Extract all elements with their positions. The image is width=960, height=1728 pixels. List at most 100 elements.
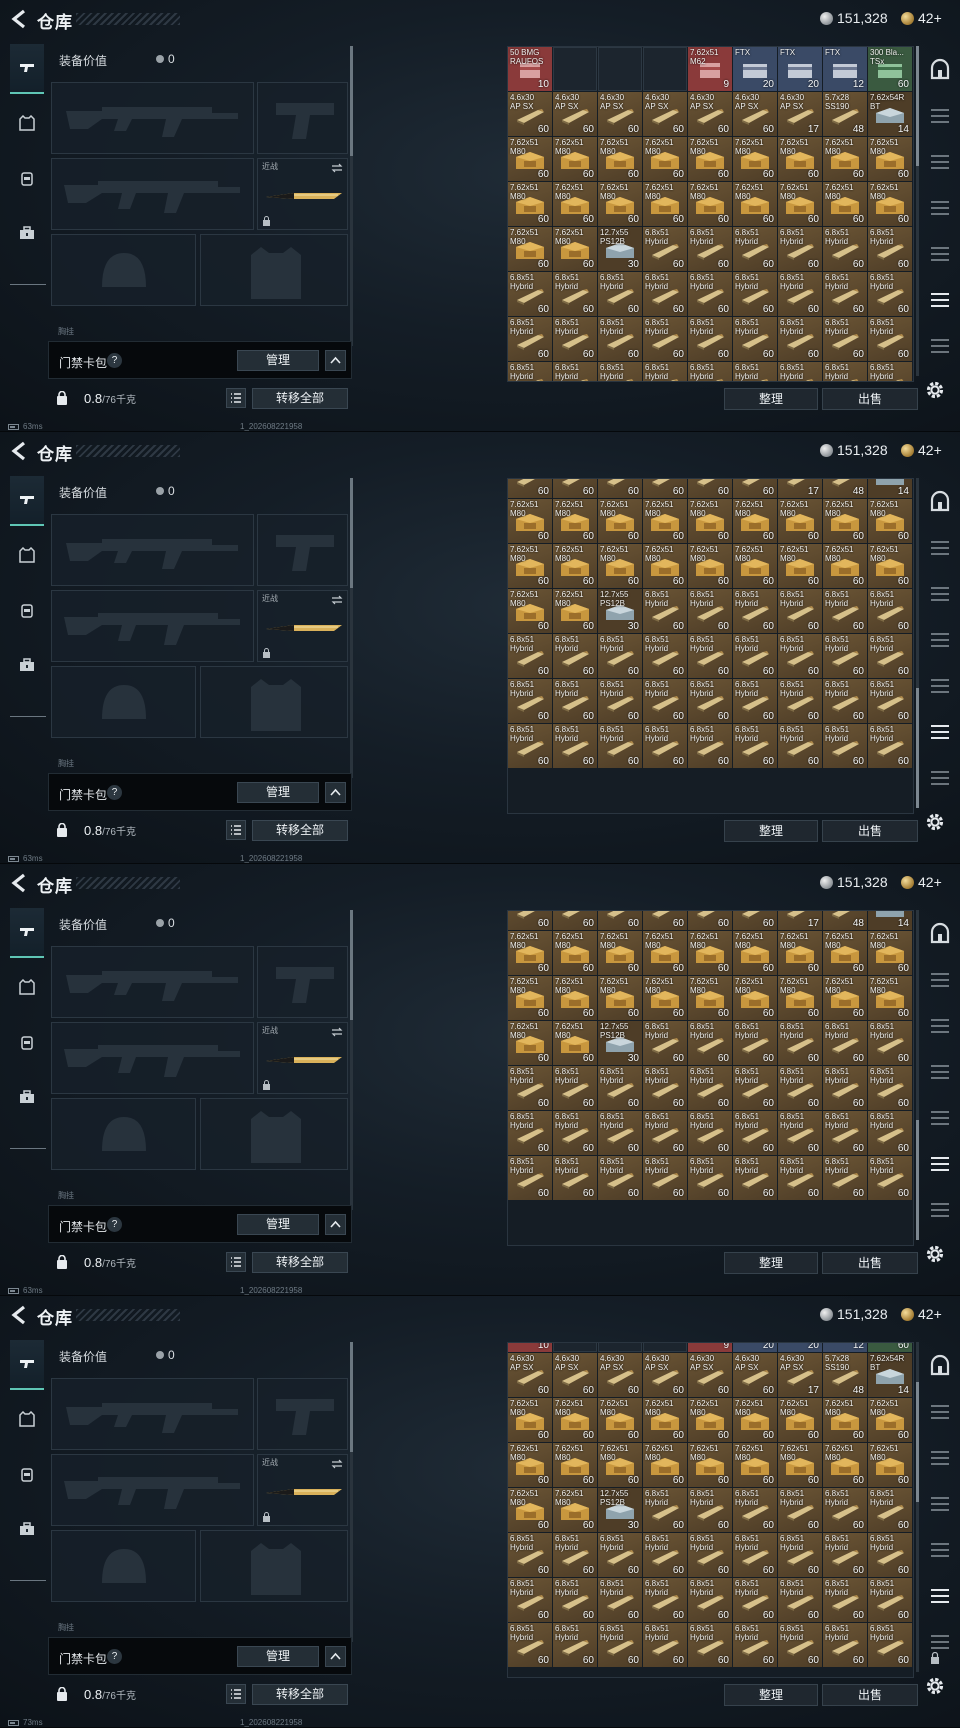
nav-item-backpack[interactable] [10,1450,44,1500]
primary-weapon-slot[interactable] [51,946,254,1018]
helmet-slot[interactable] [51,1530,196,1602]
stash-item[interactable]: 6.8x51Hybrid60 [778,1156,822,1200]
stash-item[interactable]: 6.8x51Hybrid60 [598,1533,642,1577]
rail-item-page-5[interactable] [926,238,956,268]
stash-item[interactable]: 7.62x51 M80 60 [508,544,552,588]
stash-item[interactable]: 6.8x51Hybrid60 [553,634,597,678]
stash-item[interactable]: 6.8x51Hybrid60 [508,317,552,361]
stash-item[interactable]: 5.7x28SS19048 [823,911,867,930]
rail-item-page-2[interactable] [926,100,956,130]
rail-item-page-6[interactable] [926,1148,956,1178]
nav-item-armor[interactable] [10,99,44,149]
back-arrow-icon[interactable] [10,1305,28,1325]
nav-item-weapons[interactable] [10,44,44,94]
collapse-button[interactable] [325,350,346,371]
stash-item[interactable]: 7.62x51 M80 60 [553,1398,597,1442]
stash-item[interactable]: 12.7x55 PS12B 30 [598,1021,642,1065]
rail-item-safe[interactable] [926,918,956,948]
back-arrow-icon[interactable] [10,441,28,461]
stash-item[interactable]: 12.7x55 PS12B 30 [598,227,642,271]
sidearm-slot[interactable] [257,946,348,1018]
sell-button[interactable]: 出售 [822,1684,918,1706]
stash-item[interactable]: 6.8x51Hybrid60 [508,1111,552,1155]
stash-item[interactable]: 4.6x30AP SX60 [553,1353,597,1397]
stash-item[interactable]: 7.62x51 M80 60 [823,544,867,588]
stash-item[interactable]: 7.62x51 M80 60 [823,1398,867,1442]
stash-scrollbar[interactable] [916,1342,919,1672]
sidearm-slot[interactable] [257,82,348,154]
stash-item[interactable]: 7.62x54RBT14 [868,92,912,136]
rail-item-page-6[interactable] [926,716,956,746]
stash-grid[interactable]: 50 BMGRAUFOS107.62x51M629FTX20FTX20FTX12… [507,46,914,382]
stash-item[interactable]: 6.8x51Hybrid60 [823,1156,867,1200]
stash-item[interactable]: 6.8x51Hybrid60 [508,362,552,381]
stash-grid[interactable]: 50 BMGRAUFOS107.62x51M629FTX20FTX20FTX12… [507,1342,914,1678]
stash-scrollbar[interactable] [916,46,919,376]
stash-item[interactable]: 7.62x51 M80 60 [823,931,867,975]
scroll-thumb[interactable] [916,1382,919,1502]
stash-item[interactable]: 300 Bla...TSx60 [868,47,912,91]
stash-item[interactable]: 6.8x51Hybrid60 [823,1066,867,1110]
stash-item[interactable]: 6.8x51Hybrid60 [733,227,777,271]
stash-item[interactable]: 4.6x30AP SX60 [598,911,642,930]
tickets-value[interactable]: 42+ [918,10,942,26]
stash-item[interactable]: 7.62x51 M80 60 [508,1021,552,1065]
secondary-weapon-slot[interactable] [51,590,254,662]
transfer-all-button[interactable]: 转移全部 [252,388,348,409]
stash-item[interactable]: 6.8x51Hybrid60 [778,679,822,723]
melee-slot[interactable]: 近战 [257,1022,348,1094]
sidearm-slot[interactable] [257,1378,348,1450]
stash-item[interactable]: 6.8x51Hybrid60 [868,1488,912,1532]
swap-icon[interactable] [331,163,343,173]
list-view-button[interactable] [226,1684,246,1704]
nav-item-backpack[interactable] [10,154,44,204]
stash-item[interactable]: 6.8x51Hybrid60 [778,1021,822,1065]
collapse-button[interactable] [325,1646,346,1667]
scroll-thumb[interactable] [916,46,919,166]
stash-item[interactable]: 7.62x51 M80 60 [598,544,642,588]
stash-item[interactable]: 6.8x51Hybrid60 [598,1578,642,1622]
nav-item-toolbox[interactable] [10,209,44,259]
gear-icon[interactable] [925,380,945,400]
stash-item[interactable]: 7.62x51 M80 60 [778,544,822,588]
nav-item-armor[interactable] [10,1395,44,1445]
rail-item-page-3[interactable] [926,146,956,176]
swap-icon[interactable] [331,1027,343,1037]
stash-item[interactable]: 6.8x51Hybrid60 [733,362,777,381]
nav-item-backpack[interactable] [10,586,44,636]
rail-item-page-7[interactable] [926,330,956,360]
stash-item[interactable]: 7.62x51 M80 60 [598,137,642,181]
sell-button[interactable]: 出售 [822,388,918,410]
stash-item[interactable]: 4.6x30AP SX17 [778,92,822,136]
stash-item[interactable]: 7.62x51 M80 60 [733,182,777,226]
stash-item[interactable]: 6.8x51Hybrid60 [643,1156,687,1200]
stash-item[interactable]: 7.62x51 M80 60 [553,227,597,271]
swap-icon[interactable] [331,1459,343,1469]
stash-item[interactable]: 6.8x51Hybrid60 [823,634,867,678]
stash-item[interactable]: 6.8x51Hybrid60 [688,634,732,678]
equipment-scrollbar[interactable] [350,1342,353,1642]
stash-item[interactable]: 7.62x51 M80 60 [823,1443,867,1487]
nav-item-toolbox[interactable] [10,641,44,691]
stash-item[interactable]: 6.8x51Hybrid60 [553,1156,597,1200]
rail-item-page-7[interactable] [926,762,956,792]
stash-item[interactable]: 7.62x51 M80 60 [598,182,642,226]
stash-item[interactable]: 6.8x51Hybrid60 [598,1623,642,1667]
stash-item[interactable]: 7.62x51 M80 60 [778,931,822,975]
stash-item[interactable]: 6.8x51Hybrid60 [823,679,867,723]
rail-item-safe[interactable] [926,1350,956,1380]
stash-item[interactable]: 7.62x54RBT14 [868,479,912,498]
stash-item[interactable]: 7.62x51 M80 60 [868,1398,912,1442]
primary-weapon-slot[interactable] [51,514,254,586]
stash-item[interactable]: 4.6x30AP SX17 [778,1353,822,1397]
stash-item[interactable]: 7.62x54RBT14 [868,911,912,930]
stash-item[interactable]: FTX12 [823,1343,867,1352]
stash-item[interactable]: 50 BMGRAUFOS10 [508,1343,552,1352]
equipment-scrollbar[interactable] [350,910,353,1210]
stash-item[interactable]: 6.8x51Hybrid60 [823,1533,867,1577]
stash-item[interactable]: 6.8x51Hybrid60 [643,679,687,723]
stash-item[interactable]: 7.62x51 M80 60 [868,1443,912,1487]
sort-button[interactable]: 整理 [724,820,818,842]
stash-item[interactable]: 6.8x51Hybrid60 [688,1021,732,1065]
stash-item[interactable]: 6.8x51Hybrid60 [508,634,552,678]
